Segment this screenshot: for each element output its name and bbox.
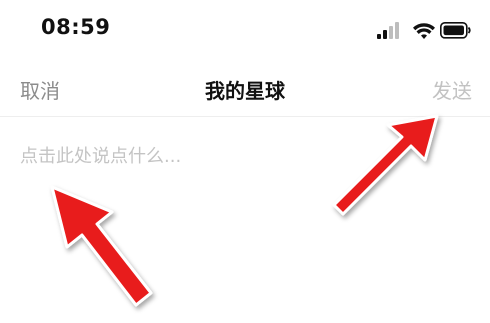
status-time: 08:59 <box>41 15 111 39</box>
battery-icon <box>440 22 471 39</box>
post-content-input[interactable] <box>20 142 470 302</box>
cancel-button[interactable]: 取消 <box>20 75 60 104</box>
status-bar: 08:59 <box>0 0 490 62</box>
status-icons <box>377 20 472 42</box>
wifi-icon <box>413 23 435 39</box>
cellular-signal-icon <box>377 22 399 39</box>
page-title: 我的星球 <box>205 79 285 103</box>
nav-bar: 我的星球 取消 发送 <box>0 62 490 117</box>
send-button[interactable]: 发送 <box>432 75 472 104</box>
